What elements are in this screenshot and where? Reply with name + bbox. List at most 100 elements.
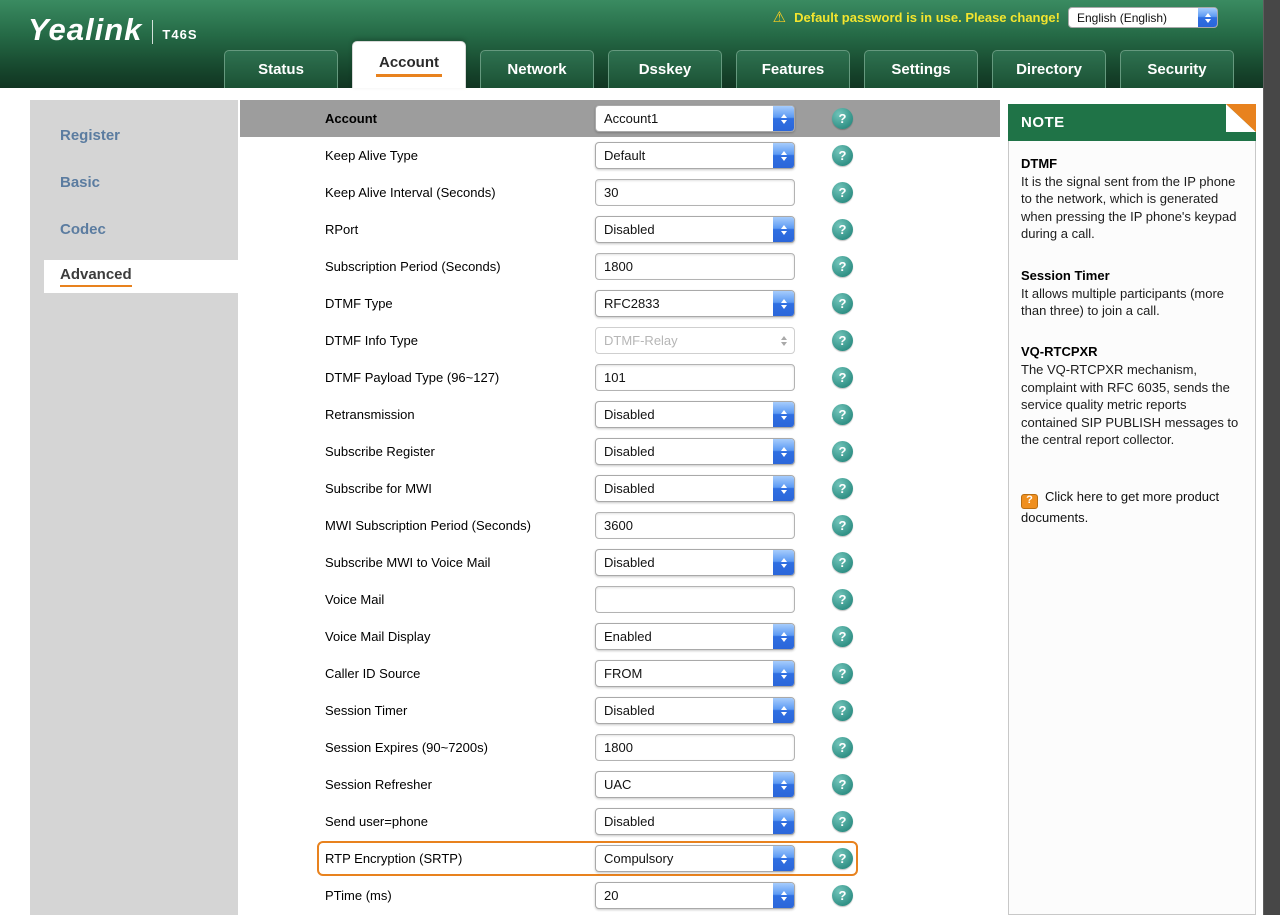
select-subscribe-mwi-to-voice-mail[interactable]: Disabled	[595, 549, 795, 576]
note-section-heading: Session Timer	[1021, 268, 1243, 283]
help-icon[interactable]: ?	[832, 145, 853, 166]
help-icon[interactable]: ?	[832, 589, 853, 610]
chevron-up-icon	[781, 484, 787, 488]
chevron-down-icon	[1205, 19, 1211, 23]
select-stepper	[773, 439, 794, 464]
select-dtmf-info-type: DTMF-Relay	[595, 327, 795, 354]
chevron-up-icon	[781, 632, 787, 636]
select-stepper	[773, 402, 794, 427]
help-icon[interactable]: ?	[832, 811, 853, 832]
help-icon[interactable]: ?	[832, 256, 853, 277]
help-icon[interactable]: ?	[832, 404, 853, 425]
help-icon[interactable]: ?	[832, 885, 853, 906]
help-icon[interactable]: ?	[832, 663, 853, 684]
language-select[interactable]: English (English)	[1068, 7, 1218, 28]
help-icon[interactable]: ?	[832, 700, 853, 721]
field-label: Caller ID Source	[325, 655, 420, 692]
sidebar-item-label: Advanced	[60, 266, 132, 287]
chevron-down-icon	[781, 490, 787, 494]
scrollbar-track[interactable]	[1263, 0, 1280, 915]
tab-label: Directory	[1016, 61, 1082, 78]
select-subscribe-register[interactable]: Disabled	[595, 438, 795, 465]
form-row-subscription-period-seconds: Subscription Period (Seconds)?	[240, 248, 1008, 285]
note-section-text: It allows multiple participants (more th…	[1021, 285, 1243, 320]
chevron-up-icon	[1205, 13, 1211, 17]
select-subscribe-for-mwi[interactable]: Disabled	[595, 475, 795, 502]
field-control: Disabled	[595, 808, 795, 835]
help-icon[interactable]: ?	[832, 108, 853, 129]
sidebar-item-advanced[interactable]: Advanced	[44, 260, 240, 293]
field-control: Account1	[595, 105, 795, 132]
help-icon[interactable]: ?	[832, 552, 853, 573]
warning-icon: ⚠	[773, 10, 786, 25]
sidebar-item-register[interactable]: Register	[30, 112, 238, 159]
select-value: Disabled	[604, 814, 655, 829]
select-caller-id-source[interactable]: FROM	[595, 660, 795, 687]
tab-account[interactable]: Account	[352, 41, 466, 88]
help-icon[interactable]: ?	[832, 182, 853, 203]
tab-network[interactable]: Network	[480, 50, 594, 88]
help-icon[interactable]: ?	[832, 219, 853, 240]
form-row-session-timer: Session TimerDisabled?	[240, 692, 1008, 729]
help-icon[interactable]: ?	[832, 774, 853, 795]
tab-security[interactable]: Security	[1120, 50, 1234, 88]
select-retransmission[interactable]: Disabled	[595, 401, 795, 428]
sidebar-item-basic[interactable]: Basic	[30, 159, 238, 206]
form-row-session-expires-90-7200s: Session Expires (90~7200s)?	[240, 729, 1008, 766]
note-section-text: It is the signal sent from the IP phone …	[1021, 173, 1243, 243]
select-stepper	[773, 328, 794, 353]
select-rport[interactable]: Disabled	[595, 216, 795, 243]
tab-status[interactable]: Status	[224, 50, 338, 88]
input-voice-mail[interactable]	[595, 586, 795, 613]
select-keep-alive-type[interactable]: Default	[595, 142, 795, 169]
tab-features[interactable]: Features	[736, 50, 850, 88]
help-icon[interactable]: ?	[832, 515, 853, 536]
select-value: Disabled	[604, 444, 655, 459]
help-icon[interactable]: ?	[832, 848, 853, 869]
chevron-down-icon	[781, 860, 787, 864]
select-ptime-ms[interactable]: 20	[595, 882, 795, 909]
tab-directory[interactable]: Directory	[992, 50, 1106, 88]
note-section-heading: DTMF	[1021, 156, 1243, 171]
select-voice-mail-display[interactable]: Enabled	[595, 623, 795, 650]
tab-settings[interactable]: Settings	[864, 50, 978, 88]
field-control	[595, 586, 795, 613]
input-dtmf-payload-type-96-127[interactable]	[595, 364, 795, 391]
help-icon[interactable]: ?	[832, 293, 853, 314]
help-icon[interactable]: ?	[832, 330, 853, 351]
select-session-refresher[interactable]: UAC	[595, 771, 795, 798]
input-session-expires-90-7200s[interactable]	[595, 734, 795, 761]
input-subscription-period-seconds[interactable]	[595, 253, 795, 280]
chevron-down-icon	[781, 675, 787, 679]
select-stepper	[773, 550, 794, 575]
select-rtp-encryption-srtp[interactable]: Compulsory	[595, 845, 795, 872]
note-fold-icon	[1226, 104, 1256, 132]
input-mwi-subscription-period-seconds[interactable]	[595, 512, 795, 539]
field-control: Disabled	[595, 401, 795, 428]
tab-label: Security	[1147, 61, 1206, 78]
input-keep-alive-interval-seconds[interactable]	[595, 179, 795, 206]
form-row-retransmission: RetransmissionDisabled?	[240, 396, 1008, 433]
form-row-dtmf-payload-type-96-127: DTMF Payload Type (96~127)?	[240, 359, 1008, 396]
select-send-user-phone[interactable]: Disabled	[595, 808, 795, 835]
tab-dsskey[interactable]: Dsskey	[608, 50, 722, 88]
help-icon[interactable]: ?	[832, 478, 853, 499]
select-account[interactable]: Account1	[595, 105, 795, 132]
docs-help-icon[interactable]: ?	[1021, 494, 1038, 509]
help-icon[interactable]: ?	[832, 441, 853, 462]
select-stepper	[773, 809, 794, 834]
help-icon[interactable]: ?	[832, 737, 853, 758]
select-dtmf-type[interactable]: RFC2833	[595, 290, 795, 317]
chevron-down-icon	[781, 897, 787, 901]
help-icon[interactable]: ?	[832, 367, 853, 388]
select-value: Disabled	[604, 407, 655, 422]
select-session-timer[interactable]: Disabled	[595, 697, 795, 724]
product-docs-link[interactable]: ?Click here to get more product document…	[1021, 488, 1243, 526]
select-value: UAC	[604, 777, 631, 792]
tab-label: Account	[376, 54, 442, 77]
sidebar-item-codec[interactable]: Codec	[30, 206, 238, 253]
field-control	[595, 512, 795, 539]
help-icon[interactable]: ?	[832, 626, 853, 647]
select-value: Disabled	[604, 555, 655, 570]
warning-bar: ⚠ Default password is in use. Please cha…	[773, 7, 1218, 28]
